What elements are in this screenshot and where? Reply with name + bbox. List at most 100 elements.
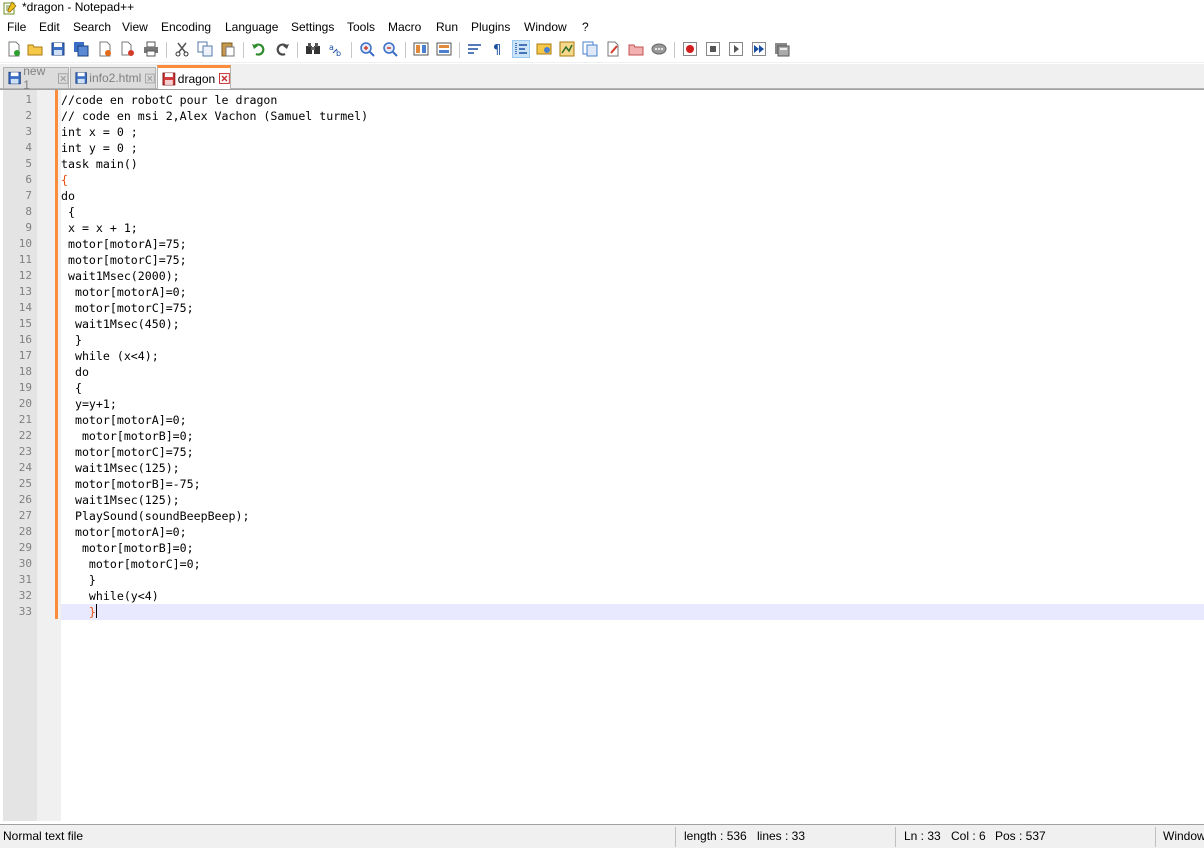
copy-icon[interactable] xyxy=(196,40,214,58)
save-icon[interactable] xyxy=(49,40,67,58)
line-number: 25 xyxy=(18,477,32,490)
monitoring-icon[interactable] xyxy=(627,40,645,58)
code-line[interactable]: motor[motorB]=0; xyxy=(61,428,194,444)
code-line[interactable]: } xyxy=(61,572,96,588)
line-number: 21 xyxy=(18,413,32,426)
code-line[interactable]: wait1Msec(450); xyxy=(61,316,180,332)
print-icon[interactable] xyxy=(142,40,160,58)
menu-view[interactable]: View xyxy=(120,18,150,38)
code-line[interactable]: // code en msi 2,Alex Vachon (Samuel tur… xyxy=(61,108,368,124)
menu-edit[interactable]: Edit xyxy=(37,18,62,38)
redo-icon[interactable] xyxy=(273,40,291,58)
word-wrap-icon[interactable] xyxy=(466,40,484,58)
code-line[interactable]: //code en robotC pour le dragon xyxy=(61,92,277,108)
menu-bar: File Edit Search View Encoding Language … xyxy=(0,18,1204,38)
zoom-out-icon[interactable] xyxy=(381,40,399,58)
code-line[interactable]: motor[motorA]=0; xyxy=(61,412,187,428)
sync-horizontal-icon[interactable] xyxy=(435,40,453,58)
line-number: 17 xyxy=(18,349,32,362)
toolbar-separator xyxy=(405,42,406,58)
paste-icon[interactable] xyxy=(219,40,237,58)
folder-workspace-icon[interactable] xyxy=(604,40,622,58)
macro-save-icon[interactable] xyxy=(773,40,791,58)
code-line[interactable]: while(y<4) xyxy=(61,588,159,604)
code-line[interactable]: motor[motorC]=0; xyxy=(61,556,201,572)
menu-search[interactable]: Search xyxy=(71,18,113,38)
menu-window[interactable]: Window xyxy=(522,18,569,38)
tab-close-icon[interactable] xyxy=(219,73,230,84)
menu-settings[interactable]: Settings xyxy=(289,18,336,38)
code-line[interactable]: } xyxy=(61,604,97,620)
open-file-icon[interactable] xyxy=(26,40,44,58)
code-line[interactable]: motor[motorB]=0; xyxy=(61,540,194,556)
code-line[interactable]: y=y+1; xyxy=(61,396,117,412)
indent-guide-icon[interactable] xyxy=(512,40,530,58)
undo-icon[interactable] xyxy=(250,40,268,58)
close-icon[interactable] xyxy=(96,40,114,58)
code-line[interactable]: motor[motorC]=75; xyxy=(61,252,187,268)
code-line[interactable]: wait1Msec(2000); xyxy=(61,268,180,284)
line-number: 32 xyxy=(18,589,32,602)
line-number: 8 xyxy=(25,205,32,218)
toolbar-separator xyxy=(166,42,167,58)
tab-bar: new 1 info2.html dragon xyxy=(0,64,1204,92)
line-number: 5 xyxy=(25,157,32,170)
find-icon[interactable] xyxy=(304,40,322,58)
menu-language[interactable]: Language xyxy=(223,18,280,38)
eol-format-label[interactable]: Windows (CR LF) xyxy=(1163,825,1204,848)
code-line[interactable]: motor[motorB]=-75; xyxy=(61,476,201,492)
show-all-characters-icon[interactable]: ¶ xyxy=(489,40,507,58)
menu-help[interactable]: ? xyxy=(580,18,591,38)
code-line[interactable]: wait1Msec(125); xyxy=(61,460,180,476)
save-all-icon[interactable] xyxy=(72,40,90,58)
code-line[interactable]: { xyxy=(61,380,82,396)
code-line[interactable]: motor[motorA]=75; xyxy=(61,236,187,252)
code-line[interactable]: } xyxy=(61,332,82,348)
new-file-icon[interactable] xyxy=(5,40,23,58)
tab-close-icon[interactable] xyxy=(57,72,68,84)
macro-play-icon[interactable] xyxy=(727,40,745,58)
code-line[interactable]: x = x + 1; xyxy=(61,220,138,236)
line-number: 20 xyxy=(18,397,32,410)
tab-close-icon[interactable] xyxy=(145,73,155,84)
menu-encoding[interactable]: Encoding xyxy=(159,18,213,38)
menu-tools[interactable]: Tools xyxy=(345,18,377,38)
record-icon[interactable] xyxy=(650,40,668,58)
code-line[interactable]: wait1Msec(125); xyxy=(61,492,180,508)
tab-new-1[interactable]: new 1 xyxy=(3,64,69,92)
editor[interactable]: 1 2 3 4 5 6 7 8 9 10 11 12 13 14 15 16 17 18 19 20 21 22 23 24 2… xyxy=(0,89,1204,821)
menu-plugins[interactable]: Plugins xyxy=(469,18,512,38)
macro-record-icon[interactable] xyxy=(681,40,699,58)
sync-vertical-icon[interactable] xyxy=(412,40,430,58)
code-line[interactable]: motor[motorA]=0; xyxy=(61,524,187,540)
close-all-icon[interactable] xyxy=(119,40,137,58)
user-language-icon[interactable] xyxy=(535,40,553,58)
code-line[interactable]: do xyxy=(61,188,75,204)
code-line[interactable]: PlaySound(soundBeepBeep); xyxy=(61,508,250,524)
replace-icon[interactable]: ab xyxy=(327,40,345,58)
menu-run[interactable]: Run xyxy=(434,18,460,38)
macro-run-multiple-icon[interactable] xyxy=(750,40,768,58)
zoom-in-icon[interactable] xyxy=(358,40,376,58)
code-line[interactable]: int x = 0 ; xyxy=(61,124,138,140)
code-line[interactable]: int y = 0 ; xyxy=(61,140,138,156)
line-number: 15 xyxy=(18,317,32,330)
code-line[interactable]: do xyxy=(61,364,89,380)
line-number: 9 xyxy=(25,221,32,234)
cut-icon[interactable] xyxy=(173,40,191,58)
code-line[interactable]: motor[motorA]=0; xyxy=(61,284,187,300)
menu-macro[interactable]: Macro xyxy=(386,18,423,38)
code-line[interactable]: while (x<4); xyxy=(61,348,159,364)
code-line[interactable]: { xyxy=(61,204,75,220)
code-line[interactable]: task main() xyxy=(61,156,138,172)
tab-info2-html[interactable]: info2.html xyxy=(70,67,156,88)
code-line[interactable]: { xyxy=(61,172,68,188)
macro-stop-icon[interactable] xyxy=(704,40,722,58)
toolbar-separator xyxy=(459,42,460,58)
code-line[interactable]: motor[motorC]=75; xyxy=(61,444,194,460)
tab-dragon[interactable]: dragon xyxy=(157,65,231,89)
function-list-icon[interactable] xyxy=(581,40,599,58)
menu-file[interactable]: File xyxy=(5,18,28,38)
code-line[interactable]: motor[motorC]=75; xyxy=(61,300,194,316)
document-map-icon[interactable] xyxy=(558,40,576,58)
